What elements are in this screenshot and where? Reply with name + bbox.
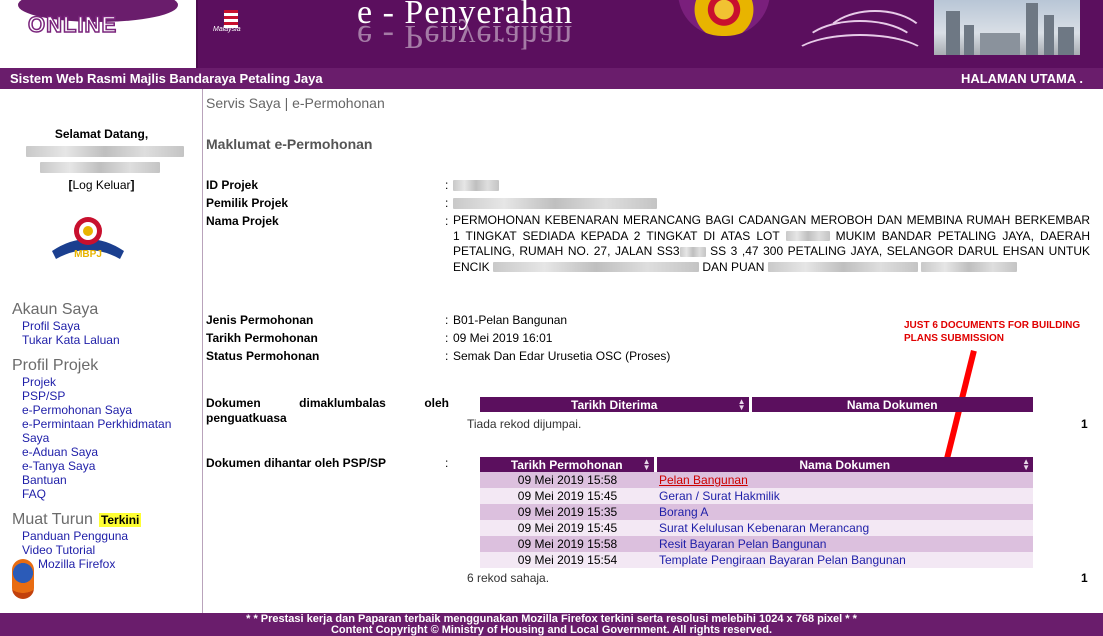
page-number[interactable]: 1 bbox=[1081, 571, 1088, 585]
table-dokumen-psp: Tarikh Permohonan ▲ ▼ Nama Dokumen ▲ ▼ 09 Me… bbox=[480, 457, 1033, 568]
sidebar-item-faq[interactable]: FAQ bbox=[22, 487, 46, 501]
table-row: 09 Mei 2019 15:45 Geran / Surat Hakmilik bbox=[480, 488, 1033, 504]
tarikh-value: 09 Mei 2019 16:01 bbox=[453, 331, 553, 345]
document-link[interactable]: Resit Bayaran Pelan Bangunan bbox=[655, 536, 1033, 552]
sidebar-item-tukar-kata-laluan[interactable]: Tukar Kata Laluan bbox=[22, 333, 120, 347]
sidebar-item-psp-sp[interactable]: PSP/SP bbox=[22, 389, 65, 403]
page-number[interactable]: 1 bbox=[1081, 417, 1088, 431]
sort-icon[interactable]: ▲ ▼ bbox=[643, 458, 651, 472]
label-pemilik-projek: Pemilik Projek bbox=[206, 196, 289, 210]
sort-icon[interactable]: ▲ ▼ bbox=[1022, 458, 1030, 472]
logout-link[interactable]: Log Keluar bbox=[72, 178, 130, 192]
redacted-username-line2 bbox=[40, 162, 160, 173]
col-nama-dokumen[interactable]: Nama Dokumen bbox=[750, 397, 1033, 412]
nama-projek-value: PERMOHONAN KEBENARAN MERANCANG BAGI CADA… bbox=[453, 213, 1090, 274]
sidebar-item-bantuan[interactable]: Bantuan bbox=[22, 473, 67, 487]
mbpj-badge-text: MBPJ bbox=[74, 249, 102, 260]
document-link[interactable]: Geran / Surat Hakmilik bbox=[655, 488, 1033, 504]
logout: [Log Keluar] bbox=[68, 178, 135, 192]
sidebar-item-panduan[interactable]: Panduan Pengguna bbox=[22, 529, 128, 543]
label-penguatkuasa-line2: penguatkuasa bbox=[206, 411, 287, 425]
flag-caption: Malaysia bbox=[213, 26, 241, 33]
colon: : bbox=[445, 396, 449, 410]
firefox-icon[interactable] bbox=[12, 559, 34, 599]
redacted-username bbox=[26, 146, 184, 157]
document-link[interactable]: Template Pengiraan Bayaran Pelan Banguna… bbox=[655, 552, 1033, 568]
title-strip: Sistem Web Rasmi Majlis Bandaraya Petali… bbox=[0, 68, 1103, 89]
colon: : bbox=[445, 456, 449, 470]
label-nama-projek: Nama Projek bbox=[206, 214, 279, 228]
label-dokumen-penguatkuasa: Dokumen dimaklumbalas oleh bbox=[206, 396, 449, 410]
home-link[interactable]: HALAMAN UTAMA . bbox=[961, 71, 1083, 86]
label-dokumen-psp: Dokumen dihantar oleh PSP/SP bbox=[206, 456, 387, 470]
sidebar: Selamat Datang, [Log Keluar] MBPJ Akaun … bbox=[0, 89, 203, 613]
malaysia-flag-icon bbox=[210, 0, 256, 40]
colon: : bbox=[445, 349, 449, 363]
header-banner: ONLINE Malaysia e - Penyerahan e - Penye… bbox=[0, 0, 1103, 68]
sidebar-item-projek[interactable]: Projek bbox=[22, 375, 56, 389]
welcome-text: Selamat Datang, bbox=[54, 127, 149, 141]
col-tarikh-permohonan[interactable]: Tarikh Permohonan ▲ ▼ bbox=[480, 457, 657, 472]
footer: * * Prestasi kerja dan Paparan terbaik m… bbox=[0, 613, 1103, 636]
sidebar-item-e-permohonan[interactable]: e-Permohonan Saya bbox=[22, 403, 132, 417]
site-name: Sistem Web Rasmi Majlis Bandaraya Petali… bbox=[10, 71, 323, 86]
table-row: 09 Mei 2019 15:58 Pelan Bangunan bbox=[480, 472, 1033, 488]
footer-copyright: Content Copyright © Ministry of Housing … bbox=[330, 624, 773, 636]
redacted-encik bbox=[493, 262, 700, 273]
redacted-id bbox=[453, 180, 499, 191]
state-crest-icon bbox=[678, 0, 770, 36]
sidebar-item-profil-saya[interactable]: Profil Saya bbox=[22, 319, 80, 333]
document-link[interactable]: Borang A bbox=[655, 504, 1033, 520]
banner-title-reflection: e - Penyerahan bbox=[357, 18, 574, 55]
sort-icon[interactable]: ▲ ▼ bbox=[738, 398, 746, 412]
status-value: Semak Dan Edar Urusetia OSC (Proses) bbox=[453, 349, 671, 363]
colon: : bbox=[445, 331, 449, 345]
redacted-puan bbox=[767, 262, 918, 273]
heading-akaun-saya: Akaun Saya bbox=[12, 301, 99, 318]
redacted-owner bbox=[453, 198, 657, 209]
table-row: 09 Mei 2019 15:54 Template Pengiraan Bay… bbox=[480, 552, 1033, 568]
table-row: 09 Mei 2019 15:45 Surat Kelulusan Kebena… bbox=[480, 520, 1033, 536]
sidebar-item-e-tanya[interactable]: e-Tanya Saya bbox=[22, 459, 95, 473]
redacted-puan-line2 bbox=[921, 262, 1018, 273]
col-nama-dokumen[interactable]: Nama Dokumen ▲ ▼ bbox=[655, 457, 1033, 472]
page-title: Maklumat e-Permohonan bbox=[206, 136, 373, 152]
banner-right-edge bbox=[1080, 0, 1103, 68]
colon: : bbox=[445, 214, 449, 228]
mbpj-logo: MBPJ bbox=[52, 217, 124, 260]
colon: : bbox=[445, 196, 449, 210]
osc-logo[interactable]: ONLINE bbox=[0, 0, 198, 68]
sidebar-item-e-aduan[interactable]: e-Aduan Saya bbox=[22, 445, 98, 459]
empty-message: Tiada rekod dijumpai. bbox=[467, 417, 582, 431]
sidebar-item-e-permintaan[interactable]: e-Permintaan Perkhidmatan bbox=[22, 417, 171, 431]
label-status: Status Permohonan bbox=[206, 349, 320, 363]
sidebar-item-e-permintaan-cont[interactable]: Saya bbox=[22, 431, 49, 445]
heading-profil-projek: Profil Projek bbox=[12, 357, 99, 374]
colon: : bbox=[445, 313, 449, 327]
sidebar-item-video[interactable]: Video Tutorial bbox=[22, 543, 95, 557]
col-tarikh-diterima[interactable]: Tarikh Diterima ▲ ▼ bbox=[480, 397, 752, 412]
breadcrumb: Servis Saya | e-Permohonan bbox=[206, 95, 385, 111]
logo-text: ONLINE bbox=[27, 11, 118, 38]
record-count: 6 rekod sahaja. bbox=[467, 571, 550, 585]
document-link[interactable]: Surat Kelulusan Kebenaran Merancang bbox=[655, 520, 1033, 536]
heading-muat-turun: Muat Turun Terkini bbox=[12, 511, 142, 528]
redacted-jalan bbox=[679, 246, 706, 257]
annotation-text: JUST 6 DOCUMENTS FOR BUILDING PLANS SUBM… bbox=[904, 320, 1081, 344]
table-penguatkuasa: Tarikh Diterima ▲ ▼ Nama Dokumen bbox=[480, 397, 1033, 412]
decorative-swirl bbox=[790, 0, 940, 68]
redacted-lot bbox=[785, 231, 830, 242]
colon: : bbox=[445, 178, 449, 192]
main-content: Servis Saya | e-Permohonan Maklumat e-Pe… bbox=[204, 89, 1103, 613]
city-skyline-image bbox=[934, 0, 1080, 55]
table-row: 09 Mei 2019 15:58 Resit Bayaran Pelan Ba… bbox=[480, 536, 1033, 552]
label-tarikh: Tarikh Permohonan bbox=[206, 331, 318, 345]
label-jenis: Jenis Permohonan bbox=[206, 313, 314, 327]
new-badge: Terkini bbox=[98, 513, 142, 527]
label-id-projek: ID Projek bbox=[206, 178, 259, 192]
jenis-value: B01-Pelan Bangunan bbox=[453, 313, 568, 327]
sidebar-item-firefox[interactable]: Mozilla Firefox bbox=[38, 557, 115, 571]
table-row: 09 Mei 2019 15:35 Borang A bbox=[480, 504, 1033, 520]
document-link[interactable]: Pelan Bangunan bbox=[655, 472, 1033, 488]
